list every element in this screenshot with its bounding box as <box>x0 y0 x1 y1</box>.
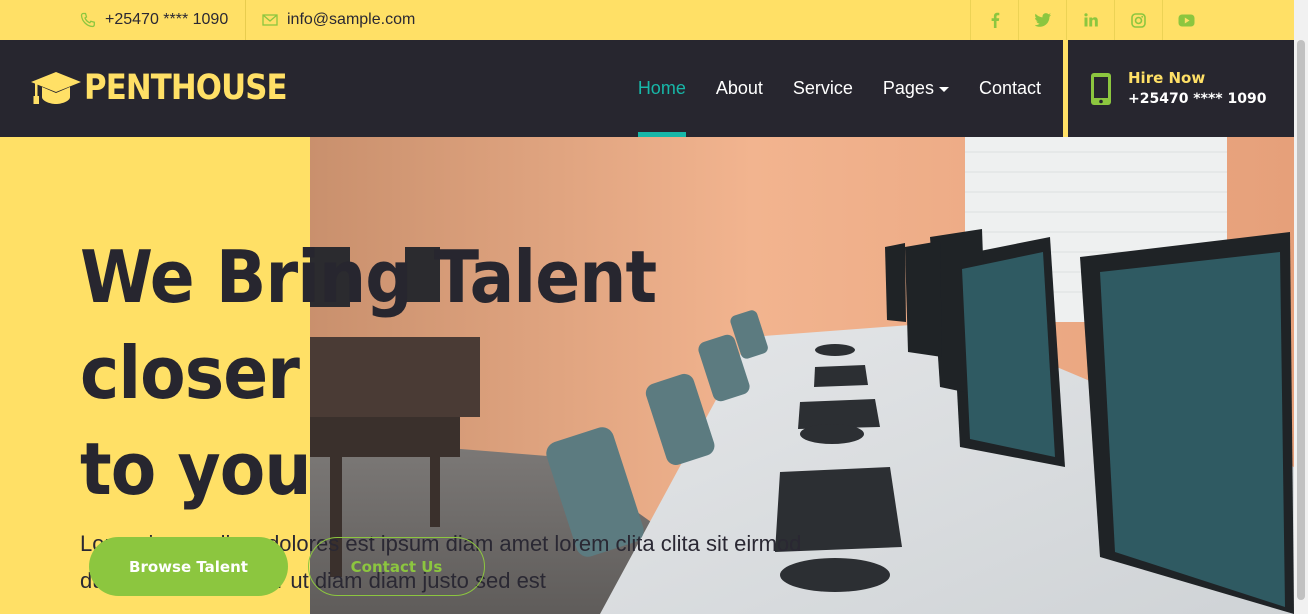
nav-item-label: Service <box>792 78 853 98</box>
linkedin-icon <box>1083 13 1098 27</box>
topbar-email-text: info@sample.com <box>287 11 416 28</box>
nav-item-label: Contact <box>978 78 1041 98</box>
caret-down-icon <box>938 87 949 92</box>
graduation-cap-icon <box>31 72 81 104</box>
instagram-link[interactable] <box>1114 0 1162 40</box>
youtube-link[interactable] <box>1162 0 1210 40</box>
social-links <box>970 0 1210 40</box>
main-navbar: PENTHOUSE Home About Service Pages Conta… <box>0 40 1294 137</box>
hero-title-line2: to you <box>80 427 311 511</box>
topbar-phone[interactable]: +25470 **** 1090 <box>80 0 246 40</box>
topbar-phone-text: +25470 **** 1090 <box>105 11 229 28</box>
hero-title: We Bring Talent closer to you <box>80 229 816 517</box>
twitter-link[interactable] <box>1018 0 1066 40</box>
youtube-icon <box>1178 14 1195 26</box>
mobile-phone-icon <box>1091 72 1111 105</box>
top-bar: +25470 **** 1090 info@sample.com <box>0 0 1294 40</box>
scrollbar-thumb[interactable] <box>1297 40 1305 600</box>
twitter-icon <box>1034 13 1051 27</box>
nav-item-pages-dropdown[interactable]: Pages <box>883 40 949 137</box>
linkedin-link[interactable] <box>1066 0 1114 40</box>
hire-now-phone: +25470 **** 1090 <box>1128 90 1267 107</box>
brand-name: PENTHOUSE <box>84 68 288 108</box>
contact-us-button[interactable]: Contact Us <box>308 537 485 596</box>
hero-section: We Bring Talent closer to you Lorem ipsu… <box>0 137 1294 614</box>
nav-menu: Home About Service Pages Contact <box>608 40 1041 137</box>
hire-now-title: Hire Now <box>1128 68 1206 87</box>
facebook-link[interactable] <box>970 0 1018 40</box>
nav-item-label: Pages <box>882 78 934 98</box>
hero-title-line1: We Bring Talent closer <box>80 235 657 415</box>
page-scrollbar[interactable] <box>1294 0 1308 614</box>
hire-now-text: Hire Now +25470 **** 1090 <box>1128 68 1266 110</box>
browse-talent-button[interactable]: Browse Talent <box>89 537 288 596</box>
nav-item-about[interactable]: About <box>716 40 763 137</box>
nav-item-service[interactable]: Service <box>793 40 853 137</box>
envelope-icon <box>262 14 278 26</box>
phone-icon <box>80 12 95 28</box>
topbar-email[interactable]: info@sample.com <box>262 0 415 40</box>
nav-item-label: Home <box>637 78 686 98</box>
instagram-icon <box>1131 12 1146 28</box>
nav-item-contact[interactable]: Contact <box>979 40 1041 137</box>
brand-logo[interactable]: PENTHOUSE <box>30 68 314 108</box>
nav-item-label: About <box>715 78 763 98</box>
nav-item-home[interactable]: Home <box>637 40 686 137</box>
facebook-icon <box>991 12 999 28</box>
hire-now-box[interactable]: Hire Now +25470 **** 1090 <box>1063 40 1294 137</box>
